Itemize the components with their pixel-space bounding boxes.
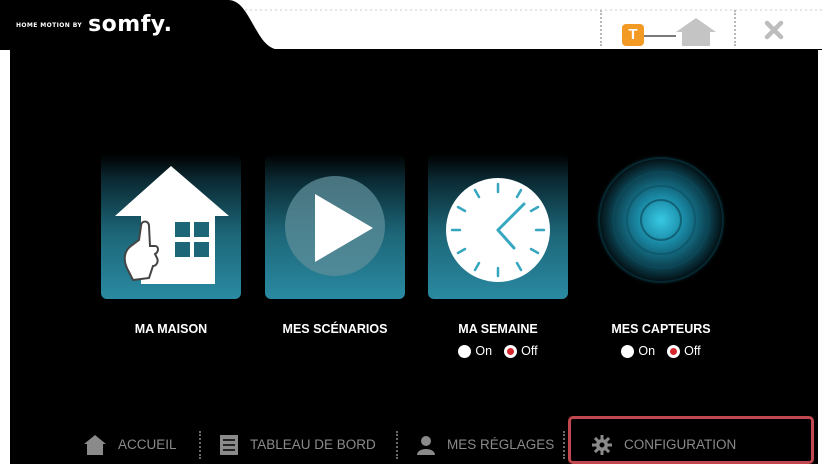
mes-scenarios-button[interactable] [265,154,405,299]
t-badge-button[interactable]: T [600,8,734,46]
nav-item-label: ACCUEIL [118,437,177,452]
nav-item-configuration[interactable]: CONFIGURATION [592,425,736,464]
somfy-logo: somfy. [88,12,173,37]
radio-off[interactable]: Off [667,344,701,358]
radio-on[interactable]: On [458,344,492,358]
ma-semaine-button[interactable] [428,154,568,299]
clock-icon [446,178,550,282]
header-bar: HOME MOTION BY somfy. T [0,0,822,50]
mes-capteurs-toggle: On Off [581,344,741,358]
gear-icon [592,434,612,455]
connector-line [644,35,676,37]
tile-mes-capteurs: MES CAPTEURS On Off [591,154,731,358]
close-button[interactable] [736,8,812,46]
radio-off[interactable]: Off [504,344,538,358]
nav-item-label: MES RÉGLAGES [447,437,555,452]
mes-capteurs-button[interactable] [591,154,731,299]
radio-label: On [475,344,493,358]
close-icon [764,20,784,40]
dashboard-icon [220,434,238,455]
house-hand-icon [115,166,229,284]
radio-label: Off [521,344,538,358]
radio-button [458,344,472,358]
tile-ma-semaine: MA SEMAINE On Off [428,154,568,358]
nav-item-label: CONFIGURATION [624,437,737,452]
ma-maison-button[interactable] [101,154,241,299]
tile-label: MES SCÉNARIOS [282,322,388,336]
radio-button [621,344,635,358]
header-buttons: T [600,8,812,46]
user-icon [417,435,435,455]
tile-label: MA MAISON [134,322,208,336]
bottom-nav: ACCUEIL TABLEAU DE BORD MES RÉGLAGES CON… [10,425,818,464]
nav-item-tableau-de-bord[interactable]: TABLEAU DE BORD [220,425,376,464]
nav-separator [563,431,565,459]
nav-item-label: TABLEAU DE BORD [250,437,376,452]
nav-separator [199,431,201,459]
tile-label: MA SEMAINE [458,322,538,336]
play-icon [285,176,385,276]
nav-separator [396,431,398,459]
radio-label: On [638,344,656,358]
nav-item-accueil[interactable]: ACCUEIL [84,425,177,464]
radio-on[interactable]: On [621,344,655,358]
brand-tagline: HOME MOTION BY [16,22,83,29]
main-panel: MA MAISON MES SCÉNARIOS MA SEMAINE On Of… [10,50,818,425]
brand-logo: HOME MOTION BY somfy. [16,12,172,37]
tile-mes-scenarios: MES SCÉNARIOS [265,154,405,350]
ma-semaine-toggle: On Off [418,344,578,358]
sensor-glow-icon [595,154,727,286]
t-orange-badge-icon: T [622,24,644,46]
home-icon [84,434,106,455]
radio-label: Off [684,344,701,358]
radio-button-selected [504,344,518,358]
nav-item-mes-reglages[interactable]: MES RÉGLAGES [417,425,554,464]
tile-ma-maison: MA MAISON [101,154,241,350]
radio-button-selected [667,344,681,358]
tile-label: MES CAPTEURS [611,322,711,336]
home-icon [676,18,716,46]
